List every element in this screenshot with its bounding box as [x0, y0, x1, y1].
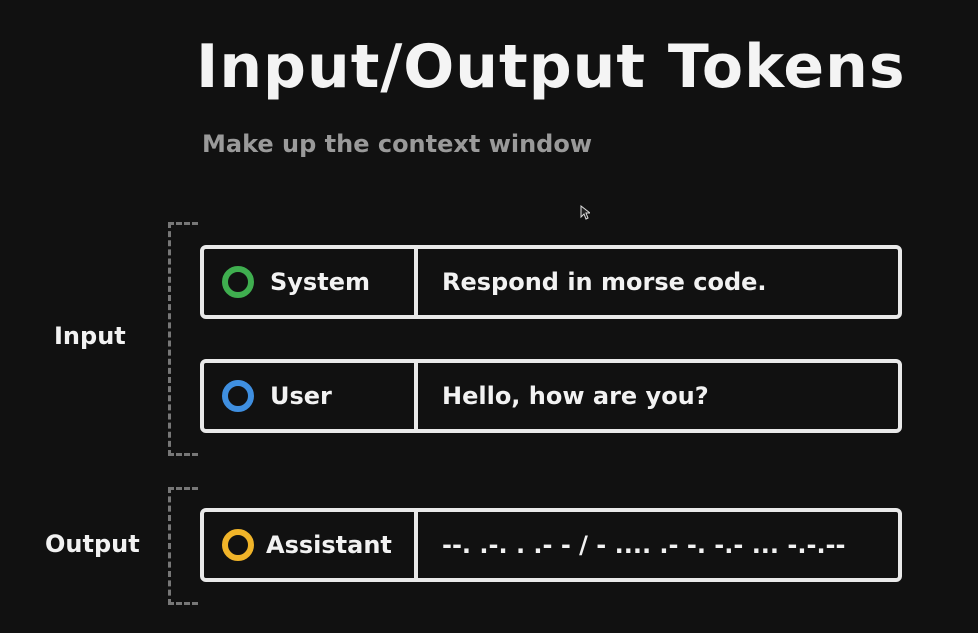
- system-message-content: Respond in morse code.: [442, 268, 767, 296]
- input-group-label: Input: [54, 322, 126, 350]
- system-role-cell: System: [204, 249, 418, 315]
- output-group-label: Output: [45, 530, 140, 558]
- mouse-cursor-icon: [580, 205, 590, 220]
- blue-circle-icon: [222, 380, 254, 412]
- user-message-row: User Hello, how are you?: [200, 359, 902, 433]
- assistant-role-cell: Assistant: [204, 512, 418, 578]
- system-message-row: System Respond in morse code.: [200, 245, 902, 319]
- slide-title: Input/Output Tokens: [196, 32, 906, 102]
- slide-subtitle: Make up the context window: [202, 130, 593, 158]
- user-message-content: Hello, how are you?: [442, 382, 709, 410]
- system-role-label: System: [270, 268, 370, 296]
- user-role-cell: User: [204, 363, 418, 429]
- assistant-role-label: Assistant: [266, 531, 392, 559]
- user-role-label: User: [270, 382, 332, 410]
- assistant-message-row: Assistant --. .-. . .- - / - .... .- -. …: [200, 508, 902, 582]
- output-bracket: [168, 487, 198, 605]
- green-circle-icon: [222, 266, 254, 298]
- input-bracket: [168, 222, 198, 456]
- yellow-circle-icon: [222, 529, 254, 561]
- assistant-message-content: --. .-. . .- - / - .... .- -. -.- ... -.…: [442, 531, 846, 559]
